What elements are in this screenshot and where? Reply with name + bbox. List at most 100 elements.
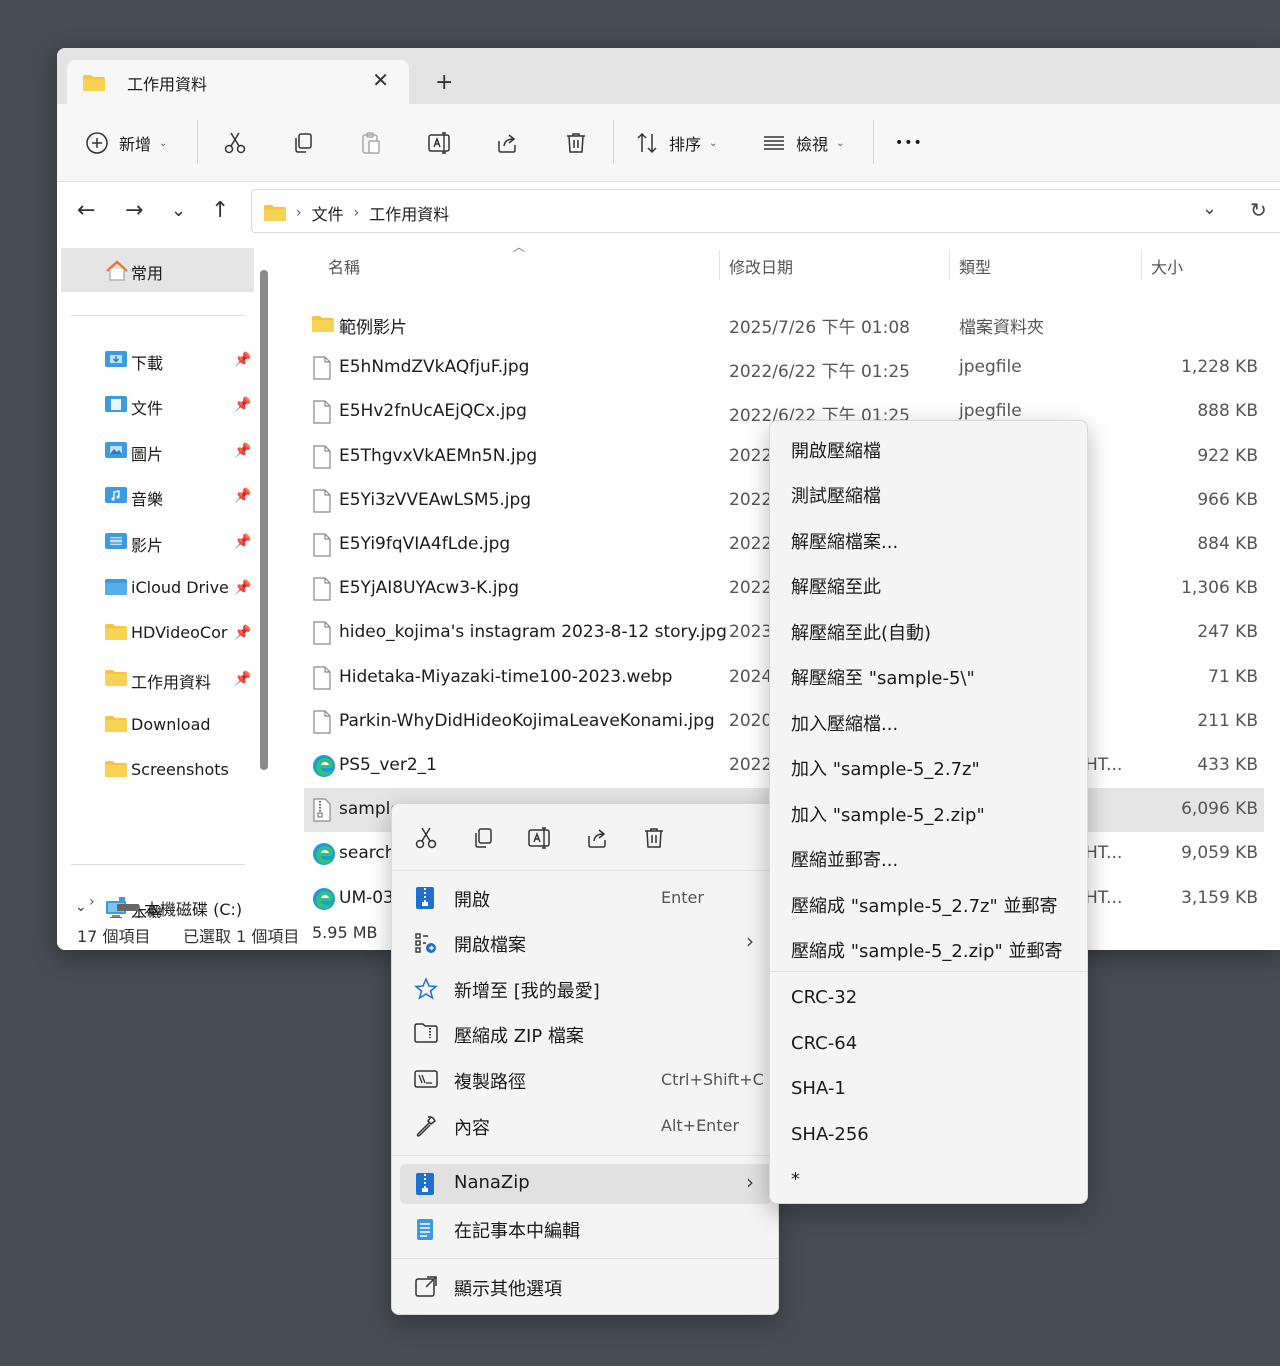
- documents-folder-icon: [105, 396, 127, 412]
- share-button[interactable]: [495, 104, 519, 182]
- file-size: 9,059 KB: [1181, 843, 1258, 864]
- submenu-item[interactable]: 解壓縮至 "sample-5\": [791, 664, 975, 690]
- menu-item-add-favorites[interactable]: 新增至 [我的最愛]: [400, 969, 772, 1009]
- view-button[interactable]: 檢視 ⌄: [762, 104, 844, 182]
- menu-item-shortcut: Enter: [661, 888, 704, 907]
- sidebar-item-label: HDVideoCor: [131, 623, 228, 642]
- sidebar-item-screenshots[interactable]: Screenshots: [57, 748, 257, 792]
- file-size: 922 KB: [1197, 445, 1258, 466]
- menu-item-show-more[interactable]: 顯示其他選項: [400, 1267, 772, 1307]
- menu-item-open-with[interactable]: 開啟檔案 ›: [400, 923, 772, 963]
- tab-close-icon[interactable]: ✕: [372, 68, 389, 92]
- submenu-item[interactable]: 測試壓縮檔: [791, 482, 881, 508]
- zip-archive-icon: [416, 887, 434, 909]
- paste-button[interactable]: [359, 104, 383, 182]
- submenu-hash-item[interactable]: CRC-32: [791, 987, 857, 1008]
- rename-icon[interactable]: [527, 826, 553, 850]
- menu-item-label: 開啟檔案: [454, 935, 526, 956]
- submenu-hash-item[interactable]: SHA-1: [791, 1078, 846, 1099]
- menu-item-copy-path[interactable]: 複製路徑 Ctrl+Shift+C: [400, 1060, 772, 1100]
- breadcrumb-documents[interactable]: 文件: [312, 201, 344, 225]
- submenu-item[interactable]: 解壓縮檔案...: [791, 528, 898, 554]
- submenu-hash-item[interactable]: CRC-64: [791, 1033, 857, 1054]
- tab-title: 工作用資料: [127, 75, 208, 94]
- scrollbar-thumb[interactable]: [260, 270, 268, 770]
- file-date: 2025/7/26 下午 01:08: [729, 318, 910, 338]
- sidebar-item-videos[interactable]: 影片 📌: [57, 520, 257, 564]
- up-icon[interactable]: ↑: [211, 194, 229, 228]
- sort-button[interactable]: 排序 ⌄: [635, 104, 717, 182]
- refresh-icon[interactable]: ↻: [1250, 198, 1267, 222]
- back-icon[interactable]: ←: [77, 194, 95, 228]
- file-name: Parkin-WhyDidHideoKojimaLeaveKonami.jpg: [339, 710, 715, 731]
- column-size[interactable]: 大小: [1151, 254, 1183, 278]
- more-button[interactable]: •••: [895, 104, 923, 182]
- forward-icon[interactable]: →: [125, 194, 143, 228]
- file-icon: [312, 533, 332, 562]
- column-name[interactable]: 名稱: [328, 254, 360, 278]
- breadcrumb-separator-icon: ›: [353, 205, 360, 221]
- new-tab-button[interactable]: +: [435, 70, 453, 95]
- menu-item-label: 開啟: [454, 890, 490, 911]
- file-icon: [312, 489, 332, 518]
- submenu-item[interactable]: 開啟壓縮檔: [791, 437, 881, 463]
- recent-chevron-icon[interactable]: ⌄: [171, 194, 186, 228]
- new-button[interactable]: 新增 ⌄: [85, 104, 167, 182]
- column-type[interactable]: 類型: [959, 254, 991, 278]
- plus-circle-icon: [86, 132, 108, 154]
- submenu-item[interactable]: 解壓縮至此(自動): [791, 619, 931, 645]
- sidebar-item-drive-c[interactable]: › 本機磁碟 (C:): [57, 892, 277, 918]
- share-icon[interactable]: [585, 826, 609, 850]
- copy-icon[interactable]: [471, 826, 495, 850]
- table-row[interactable]: 範例影片 2025/7/26 下午 01:08 檔案資料夾: [304, 302, 1264, 346]
- sidebar-item-download[interactable]: Download: [57, 703, 257, 747]
- new-label: 新增: [119, 135, 152, 154]
- menu-item-open[interactable]: 開啟 Enter: [400, 878, 772, 918]
- sidebar-item-label: Download: [131, 715, 211, 734]
- menu-item-edit-notepad[interactable]: 在記事本中編輯: [400, 1209, 772, 1249]
- submenu-item[interactable]: 壓縮成 "sample-5_2.zip" 並郵寄: [791, 937, 1062, 963]
- sidebar-item-documents[interactable]: 文件 📌: [57, 383, 257, 427]
- sidebar-item-label: 文件: [131, 399, 164, 418]
- file-name: E5hNmdZVkAQfjuF.jpg: [339, 357, 530, 378]
- submenu-item[interactable]: 壓縮成 "sample-5_2.7z" 並郵寄: [791, 892, 1057, 918]
- column-date[interactable]: 修改日期: [729, 254, 793, 278]
- tab-work-files[interactable]: 工作用資料 ✕: [67, 60, 409, 104]
- breadcrumb-work-files[interactable]: 工作用資料: [369, 201, 449, 225]
- menu-item-compress-zip[interactable]: 壓縮成 ZIP 檔案: [400, 1014, 772, 1054]
- expand-chevron-icon[interactable]: ›: [89, 894, 95, 910]
- sidebar-item-hdvideo[interactable]: HDVideoCor 📌: [57, 611, 257, 655]
- sidebar-item-work-files[interactable]: 工作用資料 📌: [57, 657, 257, 701]
- submenu-item[interactable]: 加入 "sample-5_2.7z": [791, 755, 980, 781]
- file-size: 247 KB: [1197, 622, 1258, 643]
- rename-button[interactable]: [427, 104, 453, 182]
- copy-button[interactable]: [291, 104, 315, 182]
- submenu-hash-item[interactable]: SHA-256: [791, 1124, 869, 1145]
- cut-icon[interactable]: [414, 826, 438, 850]
- submenu-hash-item[interactable]: *: [791, 1169, 800, 1190]
- sidebar-item-pictures[interactable]: 圖片 📌: [57, 429, 257, 473]
- trash-icon[interactable]: [642, 826, 666, 850]
- address-bar[interactable]: › 文件 › 工作用資料 ⌄ ↻: [251, 189, 1280, 233]
- delete-button[interactable]: [564, 104, 588, 182]
- address-dropdown-icon[interactable]: ⌄: [1202, 198, 1217, 219]
- file-name: E5Yi9fqVIA4fLde.jpg: [339, 534, 511, 554]
- table-row[interactable]: E5hNmdZVkAQfjuF.jpg 2022/6/22 下午 01:25 jpe…: [304, 346, 1264, 390]
- sidebar-item-label: 常用: [131, 264, 164, 283]
- sidebar-item-downloads[interactable]: 下載 📌: [57, 338, 257, 382]
- sidebar-scrollbar[interactable]: [260, 270, 268, 910]
- menu-item-shortcut: Alt+Enter: [661, 1116, 740, 1135]
- menu-item-label: NanaZip: [454, 1172, 530, 1193]
- cut-button[interactable]: [223, 104, 247, 182]
- sidebar-item-music[interactable]: 音樂 📌: [57, 474, 257, 518]
- sidebar-item-home[interactable]: 常用: [61, 248, 254, 292]
- menu-item-nanazip[interactable]: NanaZip ›: [400, 1164, 772, 1204]
- sidebar-item-icloud-drive[interactable]: iCloud Drive 📌: [57, 566, 257, 610]
- submenu-item[interactable]: 加入壓縮檔...: [791, 710, 898, 736]
- menu-item-properties[interactable]: 內容 Alt+Enter: [400, 1106, 772, 1146]
- wrench-icon: [416, 1116, 436, 1137]
- submenu-item[interactable]: 解壓縮至此: [791, 573, 881, 599]
- submenu-item[interactable]: 加入 "sample-5_2.zip": [791, 801, 985, 827]
- submenu-item[interactable]: 壓縮並郵寄...: [791, 846, 898, 872]
- chevron-down-icon: ⌄: [836, 137, 845, 149]
